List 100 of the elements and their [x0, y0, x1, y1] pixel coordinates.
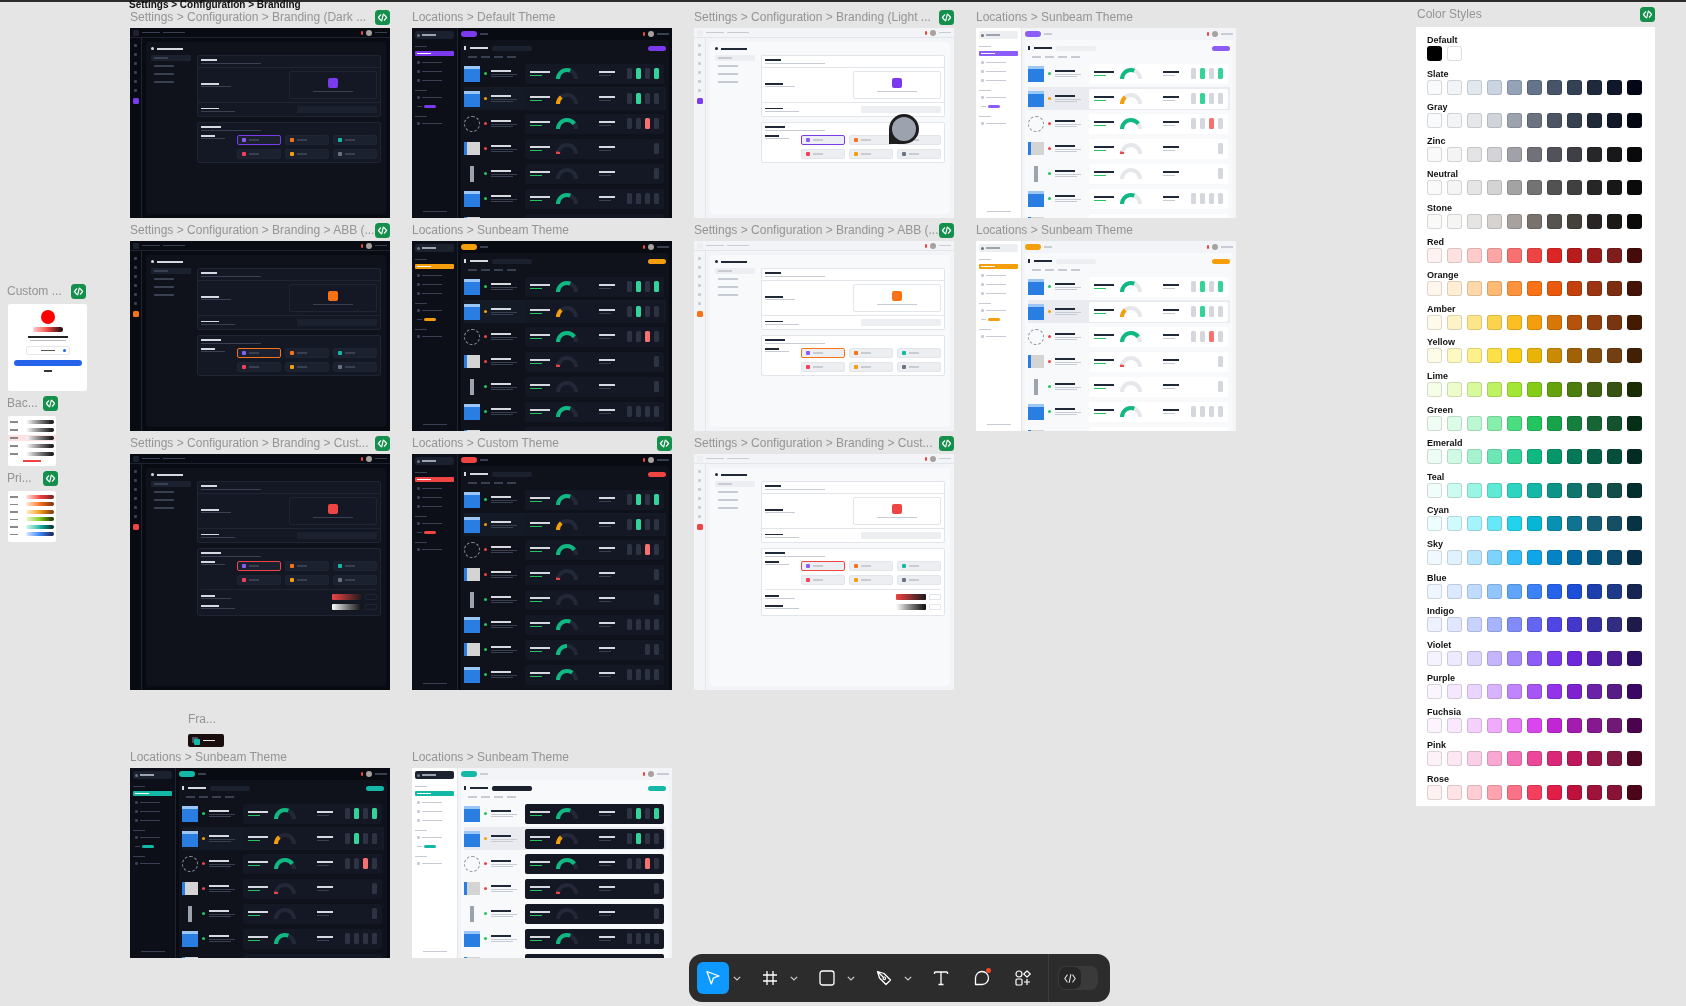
frame-title[interactable]: Locations > Sunbeam Theme — [130, 749, 287, 765]
photo-placeholder — [1028, 65, 1044, 82]
color-group-label: Default — [1427, 35, 1458, 45]
gauge-icon — [556, 858, 578, 869]
gauge-icon — [556, 281, 578, 292]
gauge-icon — [274, 833, 296, 844]
gauge-icon — [556, 833, 578, 844]
photo-placeholder — [464, 491, 480, 508]
photo-placeholder — [464, 616, 480, 633]
photo-placeholder — [464, 303, 480, 320]
logo-placeholder-icon — [328, 504, 338, 514]
frame-title[interactable]: Settings > Configuration > Branding > Cust... — [130, 435, 369, 451]
frame-title[interactable]: Settings > Configuration > Branding > Cust... — [694, 435, 933, 451]
photo-placeholder — [464, 568, 480, 581]
photo-placeholder — [464, 643, 480, 656]
section-title[interactable]: Settings > Configuration > Branding — [129, 0, 301, 10]
component-preview-drawing — [188, 734, 224, 747]
frame-title[interactable]: Bac... — [7, 396, 38, 411]
code-icon[interactable] — [43, 396, 58, 411]
frame-title[interactable]: Settings > Configuration > Branding > ABB (... — [130, 222, 375, 238]
color-group-label: Stone — [1427, 202, 1452, 213]
gauge-icon — [556, 331, 578, 342]
frame-title[interactable]: Locations > Default Theme — [412, 9, 556, 25]
gauge-icon — [274, 933, 296, 944]
frame-title[interactable]: Settings > Configuration > Branding (Light ... — [694, 9, 931, 25]
color-group-label: Green — [1427, 404, 1453, 415]
color-group-label: Violet — [1427, 639, 1452, 650]
photo-placeholder — [182, 830, 198, 847]
photo-placeholder — [464, 142, 480, 155]
color-group-label: Purple — [1427, 673, 1455, 684]
color-group-label: Sky — [1427, 538, 1443, 549]
color-group-label: Yellow — [1427, 337, 1455, 348]
photo-placeholder — [464, 882, 480, 895]
gauge-icon — [556, 356, 578, 367]
code-icon[interactable] — [375, 222, 390, 238]
square-icon — [818, 969, 836, 987]
photo-placeholder — [464, 805, 480, 822]
photo-placeholder — [188, 905, 192, 922]
photo-placeholder — [1028, 278, 1044, 295]
frame-title[interactable]: Locations > Sunbeam Theme — [412, 749, 569, 765]
photo-placeholder — [1028, 303, 1044, 320]
code-icon[interactable] — [939, 435, 954, 451]
dev-mode-toggle[interactable] — [1058, 966, 1098, 990]
caret-icon[interactable] — [790, 975, 798, 981]
frame-title[interactable]: Pri... — [7, 471, 32, 486]
frame-title[interactable]: Color Styles — [1417, 7, 1482, 22]
gauge-icon — [556, 644, 578, 655]
caret-icon[interactable] — [847, 975, 855, 981]
gauge-icon — [1120, 406, 1142, 417]
caret-icon[interactable] — [904, 975, 912, 981]
color-group-label: Orange — [1427, 270, 1459, 281]
code-icon[interactable] — [657, 435, 672, 451]
gauge-icon — [1120, 143, 1142, 154]
gauge-icon — [1120, 281, 1142, 292]
gauge-icon — [556, 883, 578, 894]
code-icon[interactable] — [375, 435, 390, 451]
photo-placeholder — [1028, 403, 1044, 420]
frame-title[interactable]: Fra... — [188, 712, 216, 726]
code-icon[interactable] — [1640, 7, 1655, 22]
gauge-icon — [1120, 168, 1142, 179]
color-group-label: Pink — [1427, 740, 1446, 751]
frame-title[interactable]: Custom ... — [7, 284, 62, 299]
color-group-label: Indigo — [1427, 606, 1454, 617]
move-tool-button[interactable] — [697, 962, 729, 994]
logo-placeholder-icon — [892, 504, 902, 514]
photo-placeholder — [464, 666, 480, 683]
photo-placeholder — [182, 805, 198, 822]
color-group-label: Gray — [1427, 102, 1448, 113]
frame-title[interactable]: Locations > Sunbeam Theme — [412, 222, 569, 238]
photo-placeholder — [470, 905, 474, 922]
gauge-icon — [556, 669, 578, 680]
frame-title[interactable]: Settings > Configuration > Branding > ABB (... — [694, 222, 939, 238]
code-icon[interactable] — [375, 9, 390, 25]
frame-title[interactable]: Locations > Sunbeam Theme — [976, 9, 1133, 25]
gauge-icon — [556, 143, 578, 154]
gauge-icon — [1120, 93, 1142, 104]
gauge-icon — [556, 406, 578, 417]
photo-placeholder — [464, 190, 480, 207]
color-group-label: Blue — [1427, 572, 1447, 583]
code-icon[interactable] — [939, 222, 954, 238]
code-icon[interactable] — [71, 284, 86, 299]
photo-placeholder — [464, 516, 480, 533]
gauge-icon — [556, 544, 578, 555]
photo-placeholder — [464, 830, 480, 847]
gauge-icon — [556, 118, 578, 129]
color-group-label: Zinc — [1427, 135, 1446, 146]
code-icon[interactable] — [939, 9, 954, 25]
photo-placeholder — [1028, 90, 1044, 107]
photo-placeholder — [182, 882, 198, 895]
frame-title[interactable]: Settings > Configuration > Branding (Dark ... — [130, 9, 367, 25]
gauge-icon — [556, 619, 578, 630]
pen-nib-icon — [875, 969, 893, 987]
shapes-plus-icon — [1014, 969, 1032, 987]
frame-title[interactable]: Locations > Sunbeam Theme — [976, 222, 1133, 238]
frame-title[interactable]: Locations > Custom Theme — [412, 435, 559, 451]
photo-placeholder — [464, 278, 480, 295]
gauge-icon — [274, 808, 296, 819]
gauge-icon — [556, 933, 578, 944]
caret-icon[interactable] — [733, 975, 741, 981]
code-icon[interactable] — [43, 471, 58, 486]
